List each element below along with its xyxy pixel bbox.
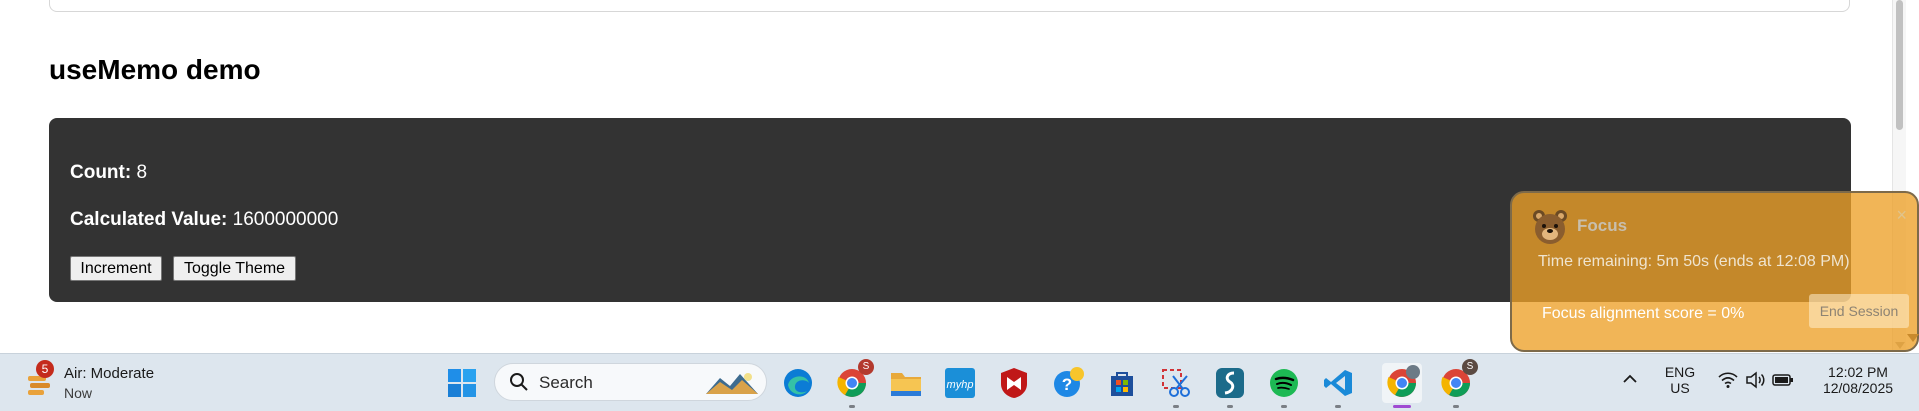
chrome-icon[interactable]: S xyxy=(1436,359,1478,408)
myhp-icon[interactable]: myhp xyxy=(940,363,980,403)
clock-date: 12/08/2025 xyxy=(1822,380,1894,396)
region-label: US xyxy=(1670,380,1690,396)
resize-arrow-icon[interactable] xyxy=(1907,334,1919,342)
search-placeholder: Search xyxy=(539,373,593,392)
running-indicator xyxy=(1335,405,1341,408)
search-icon xyxy=(510,373,528,391)
close-icon[interactable]: × xyxy=(1896,205,1907,226)
language-label: ENG xyxy=(1664,364,1696,380)
volume-icon[interactable] xyxy=(1745,371,1765,394)
chevron-up-icon[interactable] xyxy=(1622,371,1638,392)
taskbar: 5 Air: Moderate Now Search S myhp ? S EN… xyxy=(0,353,1919,411)
windows-start-icon[interactable] xyxy=(442,363,482,403)
previous-demo-card xyxy=(49,0,1850,12)
mcafee-icon[interactable] xyxy=(994,363,1034,403)
surfshark-icon[interactable] xyxy=(1210,363,1250,408)
increment-button[interactable]: Increment xyxy=(70,256,162,281)
file-explorer-icon[interactable] xyxy=(886,363,926,403)
scrollbar-thumb[interactable] xyxy=(1896,0,1903,130)
spotify-icon[interactable] xyxy=(1264,363,1304,408)
running-indicator xyxy=(1453,405,1459,408)
running-indicator xyxy=(1281,405,1287,408)
count-label: Count: xyxy=(70,162,132,183)
count-line: Count: 8 xyxy=(70,162,147,184)
weather-subtitle: Now xyxy=(64,385,93,401)
chrome-icon[interactable]: S xyxy=(832,359,874,408)
calculated-value: 1600000000 xyxy=(232,209,339,230)
clock-time: 12:02 PM xyxy=(1828,364,1888,380)
profile-badge: S xyxy=(1462,359,1478,375)
battery-icon[interactable] xyxy=(1772,372,1794,393)
clock[interactable]: 12:02 PM 12/08/2025 xyxy=(1810,364,1906,396)
count-value: 8 xyxy=(136,162,148,183)
calculated-value-label: Calculated Value: xyxy=(70,209,228,230)
snipping-tool-icon[interactable] xyxy=(1156,363,1196,408)
focus-alignment-score: Focus alignment score = 0% xyxy=(1542,305,1745,322)
active-indicator xyxy=(1393,405,1411,408)
edge-icon[interactable] xyxy=(778,363,818,403)
wifi-icon[interactable] xyxy=(1718,371,1738,394)
profile-badge: S xyxy=(858,359,874,375)
help-icon[interactable]: ? xyxy=(1048,363,1088,403)
svg-text:?: ? xyxy=(1062,375,1072,394)
toggle-theme-button[interactable]: Toggle Theme xyxy=(173,256,296,281)
svg-text:myhp: myhp xyxy=(947,379,974,391)
profile-avatar xyxy=(1406,365,1420,379)
language-indicator[interactable]: ENG US xyxy=(1660,364,1700,396)
weather-alert-badge: 5 xyxy=(36,360,54,378)
running-indicator xyxy=(849,405,855,408)
running-indicator xyxy=(1227,405,1233,408)
calculated-value-line: Calculated Value: 1600000000 xyxy=(70,209,338,231)
end-session-button[interactable]: End Session xyxy=(1809,294,1909,328)
section-title: useMemo demo xyxy=(49,54,261,85)
search-highlight-icon xyxy=(706,373,758,394)
focus-overlay: Focus × Time remaining: 5m 50s (ends at … xyxy=(1510,191,1919,352)
taskbar-search[interactable]: Search xyxy=(494,363,767,401)
focus-time-remaining: Time remaining: 5m 50s (ends at 12:08 PM… xyxy=(1538,253,1850,270)
weather-widget[interactable]: 5 Air: Moderate Now xyxy=(26,360,206,404)
weather-title: Air: Moderate xyxy=(64,365,155,382)
bear-icon xyxy=(1533,210,1567,244)
microsoft-store-icon[interactable] xyxy=(1102,363,1142,403)
vscode-icon[interactable] xyxy=(1318,363,1358,408)
chrome-icon[interactable] xyxy=(1382,363,1422,408)
running-indicator xyxy=(1173,405,1179,408)
focus-title: Focus xyxy=(1577,216,1628,235)
